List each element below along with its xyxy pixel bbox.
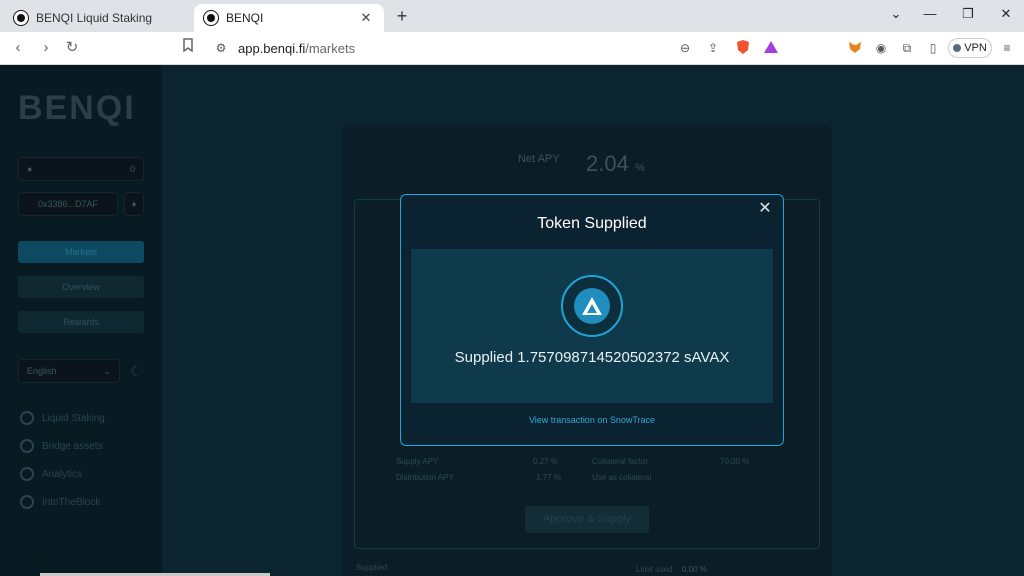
view-transaction-link[interactable]: View transaction on SnowTrace xyxy=(401,415,783,425)
wallet-button[interactable]: 0x3386...D7AF xyxy=(18,192,118,216)
liquid-staking-icon xyxy=(20,411,34,425)
limit-used-value: 0.00 % xyxy=(682,565,707,574)
sidebar-link-liquid-staking[interactable]: Liquid Staking xyxy=(20,411,105,425)
tab-benqi-liquid-staking[interactable]: BENQI Liquid Staking xyxy=(4,4,190,32)
close-tab-icon[interactable]: ✕ xyxy=(358,10,374,26)
tab-label: BENQI Liquid Staking xyxy=(36,11,153,25)
approve-supply-button[interactable]: Approve & Supply xyxy=(525,506,649,533)
sidebar-item-markets[interactable]: Markets xyxy=(18,241,144,263)
modal-content-panel: Supplied 1.757098714520502372 sAVAX xyxy=(411,249,773,403)
collateral-factor-value: 70.00 % xyxy=(720,457,750,466)
address-bar[interactable]: ⚙ app.benqi.fi/markets ⊖ ⇪ xyxy=(206,36,784,61)
balance-box: ● 0 xyxy=(18,157,144,181)
share-icon[interactable]: ⇪ xyxy=(704,39,722,57)
chevron-down-icon: ⌄ xyxy=(103,365,111,376)
savax-token-icon xyxy=(574,288,610,324)
limit-used-label: Limit used xyxy=(636,565,673,574)
collateral-factor-label: Collateral factor xyxy=(592,457,649,466)
metamask-icon[interactable] xyxy=(846,39,864,57)
benqi-favicon-icon xyxy=(14,11,28,25)
sidebar-toggle-icon[interactable]: ▯ xyxy=(924,39,942,57)
balance-value: 0 xyxy=(129,164,135,174)
menu-icon[interactable]: ≡ xyxy=(998,39,1016,57)
net-apy-label: Net APY xyxy=(518,153,560,165)
forward-button[interactable]: › xyxy=(36,38,56,58)
new-tab-button[interactable]: + xyxy=(392,6,412,26)
benqi-favicon-icon xyxy=(204,11,218,25)
extension-icon[interactable]: ◉ xyxy=(872,39,890,57)
token-supplied-modal: ✕ Token Supplied Supplied 1.757098714520… xyxy=(400,194,784,446)
sidebar-link-analytics[interactable]: Analytics xyxy=(20,467,82,481)
vpn-button[interactable]: VPN xyxy=(948,38,992,58)
sidebar-link-bridge-assets[interactable]: Bridge assets xyxy=(20,439,103,453)
browser-tab-bar: BENQI Liquid Staking BENQI ✕ + ⌄ — ❐ ✕ xyxy=(0,0,1024,32)
supplied-label: Supplied xyxy=(356,563,388,572)
vpn-icon xyxy=(953,44,962,52)
restore-button[interactable]: ❐ xyxy=(956,4,980,24)
reload-button[interactable]: ↻ xyxy=(62,38,82,58)
language-select[interactable]: English ⌄ xyxy=(18,359,120,383)
sidebar-link-intotheblock[interactable]: IntoTheBlock xyxy=(20,495,100,509)
intotheblock-icon xyxy=(20,495,34,509)
net-apy-value: 2.04 % xyxy=(586,151,645,176)
sidebar-item-rewards[interactable]: Rewards xyxy=(18,311,144,333)
coin-icon: ● xyxy=(27,164,33,174)
extensions-puzzle-icon[interactable]: ⧉ xyxy=(898,39,916,57)
sidebar-item-overview[interactable]: Overview xyxy=(18,276,144,298)
distribution-apy-value: 1.77 % xyxy=(536,473,561,482)
supply-apy-value: 0.27 % xyxy=(533,457,558,466)
close-window-button[interactable]: ✕ xyxy=(994,4,1018,24)
sidebar: BENQI ● 0 0x3386...D7AF ♦ Markets Overvi… xyxy=(0,65,162,576)
brave-rewards-icon[interactable] xyxy=(762,39,780,57)
site-settings-icon[interactable]: ⚙ xyxy=(212,39,230,57)
distribution-apy-label: Distribution APY xyxy=(396,473,454,482)
token-ring xyxy=(561,275,623,337)
bookmark-icon[interactable] xyxy=(178,38,198,58)
supply-apy-label: Supply APY xyxy=(396,457,439,466)
zoom-out-icon[interactable]: ⊖ xyxy=(676,39,694,57)
url-text: app.benqi.fi/markets xyxy=(238,41,356,56)
minimize-button[interactable]: — xyxy=(918,4,942,24)
tab-benqi[interactable]: BENQI ✕ xyxy=(194,4,384,32)
back-button[interactable]: ‹ xyxy=(8,38,28,58)
tab-search-chevron-icon[interactable]: ⌄ xyxy=(884,4,908,24)
benqi-logo: BENQI xyxy=(18,89,136,127)
browser-toolbar: ‹ › ↻ ⚙ app.benqi.fi/markets ⊖ ⇪ ◉ ⧉ ▯ V… xyxy=(0,32,1024,65)
notification-bell-icon[interactable]: ♦ xyxy=(124,192,144,216)
use-as-collateral-label: Use as collateral xyxy=(592,473,652,482)
tab-label: BENQI xyxy=(226,11,264,25)
supplied-message: Supplied 1.757098714520502372 sAVAX xyxy=(454,349,730,366)
bridge-icon xyxy=(20,439,34,453)
analytics-icon xyxy=(20,467,34,481)
dark-mode-moon-icon[interactable]: ☾ xyxy=(130,363,143,380)
modal-title: Token Supplied xyxy=(537,215,647,232)
brave-shields-icon[interactable] xyxy=(734,39,752,57)
